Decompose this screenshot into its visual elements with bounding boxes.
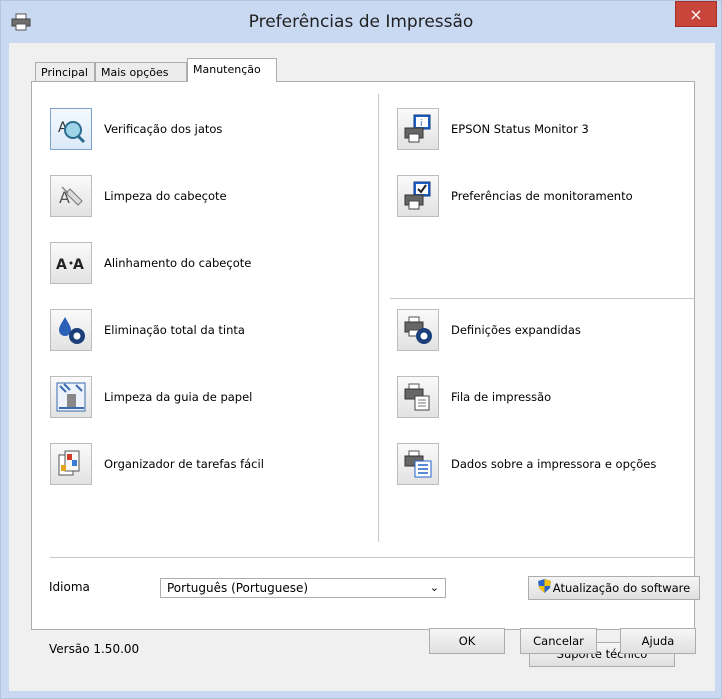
extended-settings-icon bbox=[397, 309, 439, 351]
power-ink-flushing-icon bbox=[50, 309, 92, 351]
ok-button[interactable]: OK bbox=[429, 628, 505, 654]
close-button[interactable]: × bbox=[675, 1, 717, 27]
vertical-divider bbox=[378, 94, 379, 542]
status-monitor-icon: i bbox=[397, 108, 439, 150]
printer-info-button[interactable]: Dados sobre a impressora e opções bbox=[397, 443, 687, 489]
head-cleaning-label: Limpeza do cabeçote bbox=[104, 189, 227, 203]
bottom-divider bbox=[50, 557, 694, 558]
language-selected-value: Português (Portuguese) bbox=[167, 581, 309, 595]
head-cleaning-icon: A bbox=[50, 175, 92, 217]
dialog-client-area: Principal Mais opções Manutenção A Verif… bbox=[9, 43, 715, 691]
right-divider bbox=[390, 298, 694, 299]
nozzle-check-button[interactable]: A Verificação dos jatos bbox=[50, 108, 350, 154]
print-queue-icon bbox=[397, 376, 439, 418]
tab-mais-opcoes[interactable]: Mais opções bbox=[95, 62, 187, 81]
title-bar[interactable]: Preferências de Impressão × bbox=[1, 1, 721, 43]
svg-text:A: A bbox=[73, 257, 84, 273]
print-queue-label: Fila de impressão bbox=[451, 390, 552, 404]
help-button[interactable]: Ajuda bbox=[620, 628, 696, 654]
monitoring-preferences-button[interactable]: Preferências de monitoramento bbox=[397, 175, 687, 221]
printing-preferences-window: Preferências de Impressão × Principal Ma… bbox=[0, 0, 722, 699]
paper-guide-cleaning-icon bbox=[50, 376, 92, 418]
head-alignment-icon: A A bbox=[50, 242, 92, 284]
status-monitor-label: EPSON Status Monitor 3 bbox=[451, 122, 589, 136]
paper-guide-cleaning-label: Limpeza da guia de papel bbox=[104, 390, 253, 404]
language-select[interactable]: Português (Portuguese) ⌄ bbox=[160, 578, 446, 598]
nozzle-check-label: Verificação dos jatos bbox=[104, 122, 223, 136]
paper-guide-cleaning-button[interactable]: Limpeza da guia de papel bbox=[50, 376, 350, 422]
tab-manutencao[interactable]: Manutenção bbox=[187, 58, 277, 82]
software-update-button[interactable]: Atualização do software bbox=[528, 576, 700, 600]
power-ink-flushing-button[interactable]: Eliminação total da tinta bbox=[50, 309, 350, 355]
printer-info-label: Dados sobre a impressora e opções bbox=[451, 457, 657, 471]
language-label: Idioma bbox=[49, 580, 90, 594]
power-ink-flushing-label: Eliminação total da tinta bbox=[104, 323, 245, 337]
shield-icon bbox=[537, 578, 551, 600]
chevron-down-icon: ⌄ bbox=[429, 581, 439, 594]
version-text: Versão 1.50.00 bbox=[49, 642, 140, 656]
maintenance-panel: A Verificação dos jatos A Limpeza do cab… bbox=[31, 81, 700, 667]
monitoring-preferences-icon bbox=[397, 175, 439, 217]
status-monitor-button[interactable]: i EPSON Status Monitor 3 bbox=[397, 108, 687, 154]
print-queue-button[interactable]: Fila de impressão bbox=[397, 376, 687, 422]
job-arranger-icon bbox=[50, 443, 92, 485]
cancel-button[interactable]: Cancelar bbox=[520, 628, 597, 654]
job-arranger-label: Organizador de tarefas fácil bbox=[104, 457, 264, 471]
printer-info-icon bbox=[397, 443, 439, 485]
nozzle-check-icon: A bbox=[50, 108, 92, 150]
tab-principal[interactable]: Principal bbox=[35, 62, 95, 81]
head-alignment-button[interactable]: A A Alinhamento do cabeçote bbox=[50, 242, 350, 288]
head-alignment-label: Alinhamento do cabeçote bbox=[104, 256, 252, 270]
window-title: Preferências de Impressão bbox=[248, 12, 474, 32]
extended-settings-button[interactable]: Definições expandidas bbox=[397, 309, 687, 355]
svg-text:A: A bbox=[56, 257, 67, 273]
extended-settings-label: Definições expandidas bbox=[451, 323, 581, 337]
head-cleaning-button[interactable]: A Limpeza do cabeçote bbox=[50, 175, 350, 221]
software-update-label: Atualização do software bbox=[552, 581, 691, 595]
job-arranger-button[interactable]: Organizador de tarefas fácil bbox=[50, 443, 350, 489]
monitoring-preferences-label: Preferências de monitoramento bbox=[451, 189, 633, 203]
